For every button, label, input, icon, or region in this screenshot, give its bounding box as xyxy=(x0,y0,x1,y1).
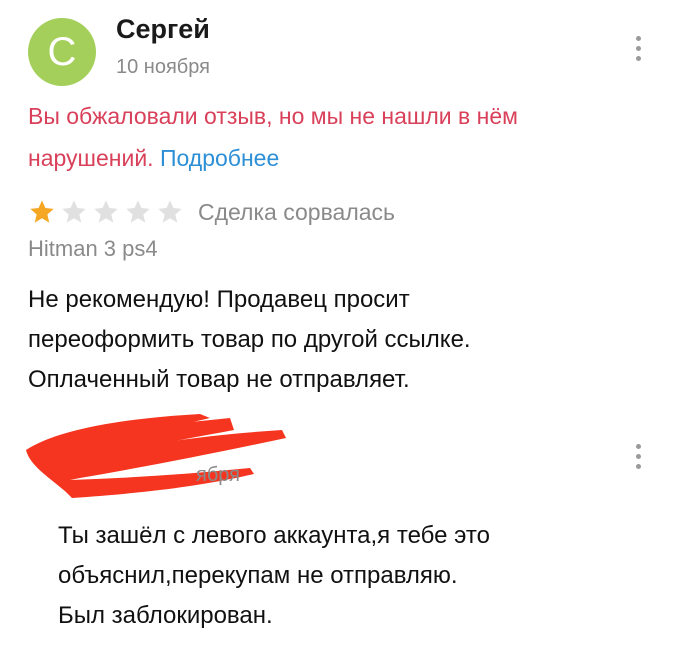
author-name[interactable]: Сергей xyxy=(116,14,210,45)
review-text-line: Не рекомендую! Продавец просит xyxy=(28,286,410,313)
review-text: Не рекомендую! Продавец просит переоформ… xyxy=(28,280,658,400)
reply-text-line: объяснил,перекупам не отправляю. xyxy=(58,562,458,589)
review-date: 10 ноября xyxy=(116,56,210,78)
reply-text-line: Был заблокирован. xyxy=(58,602,273,629)
star-icon xyxy=(94,200,118,223)
moderation-notice: Вы обжаловали отзыв, но мы не нашли в нё… xyxy=(28,95,628,179)
avatar[interactable]: С xyxy=(28,18,96,86)
star-icon xyxy=(30,200,54,223)
details-link[interactable]: Подробнее xyxy=(160,145,279,171)
reply-text-line: Ты зашёл с левого аккаунта,я тебе это xyxy=(58,522,490,549)
review-text-line: Оплаченный товар не отправляет. xyxy=(28,366,410,393)
product-name[interactable]: Hitman 3 ps4 xyxy=(28,236,158,262)
review-text-line: переоформить товар по другой ссылке. xyxy=(28,326,471,353)
rating-label: Сделка сорвалась xyxy=(198,198,396,225)
more-vertical-icon[interactable] xyxy=(634,36,642,70)
reply-date: ября xyxy=(196,464,241,486)
more-vertical-icon[interactable] xyxy=(634,444,642,478)
star-icon xyxy=(158,200,182,223)
rating: Сделка сорвалась xyxy=(28,192,395,232)
star-icon xyxy=(62,200,86,223)
star-icon xyxy=(126,200,150,223)
reply-text: Ты зашёл с левого аккаунта,я тебе это об… xyxy=(58,516,658,636)
redaction-scribble xyxy=(26,414,286,498)
